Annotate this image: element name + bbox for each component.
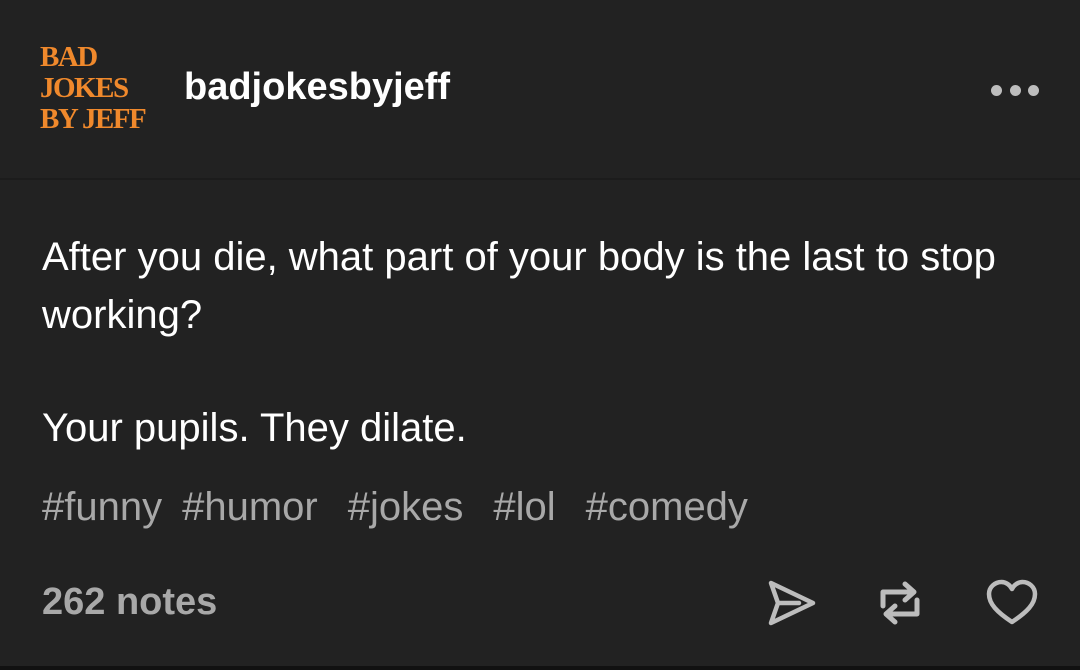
username-link[interactable]: badjokesbyjeff [184,66,450,109]
heart-icon [986,579,1038,625]
post-answer: Your pupils. They dilate. [42,406,467,450]
dot [1028,84,1039,96]
notes-count[interactable]: 262 notes [42,581,217,624]
tag-list: #funny #humor #jokes #lol #comedy [42,485,768,530]
tag-link[interactable]: #comedy [586,485,748,529]
avatar-line: BY JEFF [40,103,147,135]
tag-link[interactable]: #funny [42,485,162,529]
like-button[interactable] [985,576,1039,630]
more-options-icon[interactable] [991,80,1039,100]
tag-link[interactable]: #jokes [348,485,464,529]
post-question: After you die, what part of your body is… [42,235,996,337]
share-button[interactable] [765,576,819,630]
dot [991,84,1002,96]
post-card: BAD JOKES BY JEFF badjokesbyjeff After y… [0,0,1080,666]
share-icon [768,580,816,626]
bottom-divider [0,666,1080,670]
dot [1009,84,1021,96]
tag-link[interactable]: #lol [493,485,555,529]
reblog-icon [880,581,920,625]
tag-link[interactable]: #humor [182,485,318,529]
avatar-line: JOKES [40,72,129,104]
avatar[interactable]: BAD JOKES BY JEFF [40,42,160,142]
avatar-line: BAD [40,41,98,73]
reblog-button[interactable] [873,576,927,630]
post-header: BAD JOKES BY JEFF badjokesbyjeff [0,0,1080,180]
